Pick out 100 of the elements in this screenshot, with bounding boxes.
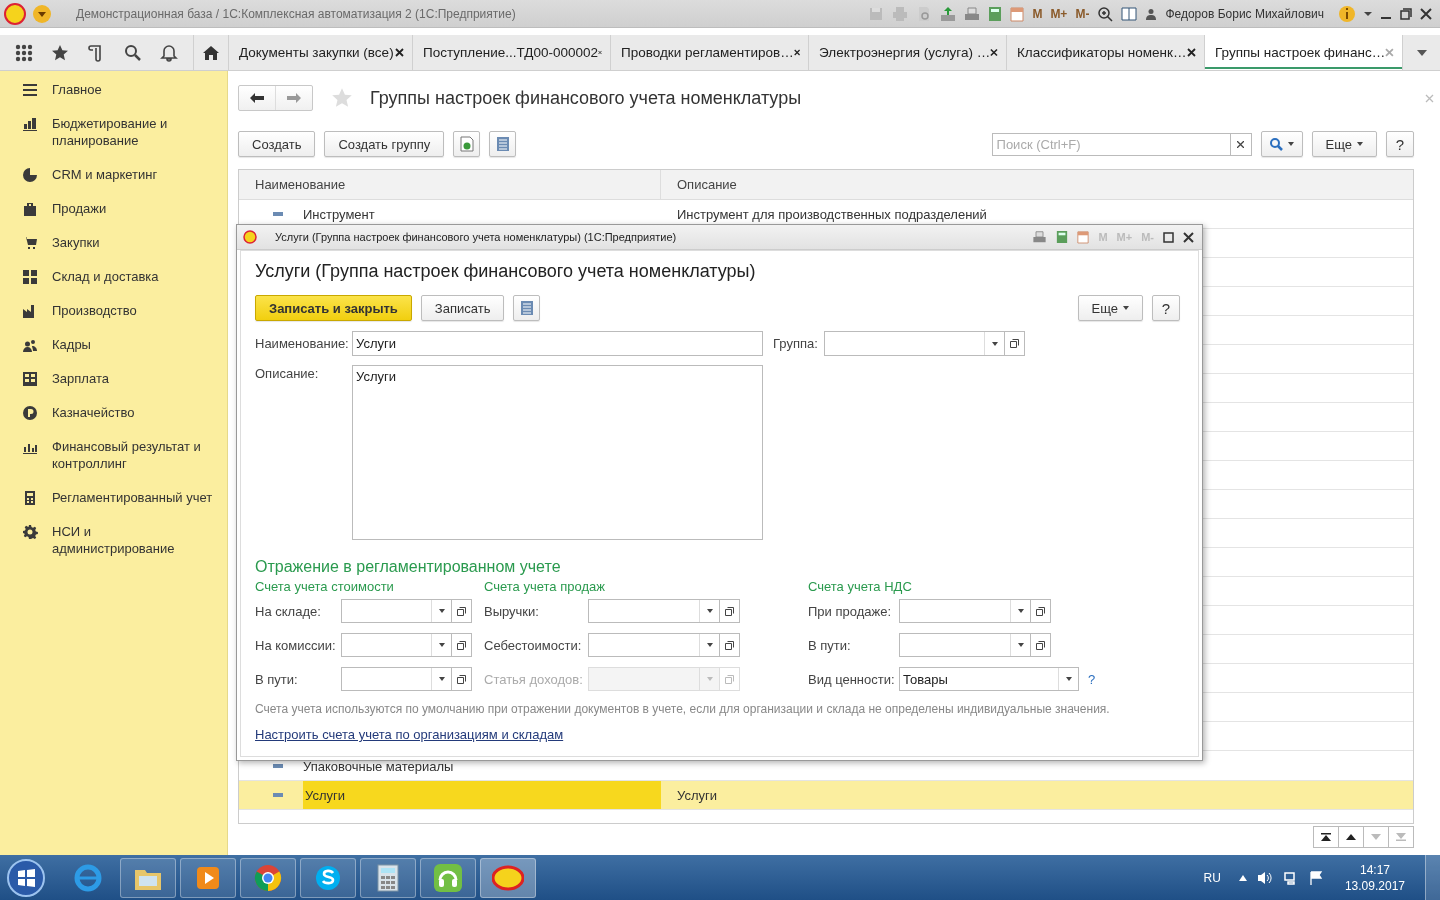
list-button[interactable] <box>513 295 541 321</box>
speaker-icon[interactable] <box>1256 870 1273 885</box>
group-field[interactable] <box>824 331 1005 356</box>
account-field[interactable] <box>341 599 452 623</box>
calculator-icon[interactable] <box>988 5 1003 22</box>
more-button[interactable]: Еще <box>1311 131 1377 157</box>
close-icon[interactable] <box>1183 231 1194 243</box>
column-header[interactable]: Наименование <box>239 170 661 199</box>
caret-icon[interactable] <box>1364 10 1372 17</box>
sidebar-item[interactable]: НСИ и администрирование <box>52 523 217 557</box>
help-link[interactable]: ? <box>1088 671 1096 687</box>
search-icon[interactable] <box>123 43 142 62</box>
account-field[interactable] <box>588 633 720 657</box>
sidebar-item[interactable]: Кадры <box>52 336 91 353</box>
open-button[interactable] <box>452 667 472 691</box>
sidebar-item[interactable]: Регламентированный учет <box>52 489 213 506</box>
tab[interactable]: Группы настроек финанс… <box>1204 35 1402 70</box>
restore-icon[interactable] <box>1400 7 1412 20</box>
more-button[interactable]: Еще <box>1077 295 1143 321</box>
sidebar-item[interactable]: Зарплата <box>52 370 109 387</box>
sidebar-item[interactable]: Производство <box>52 302 137 319</box>
sidebar-item[interactable]: Казначейство <box>52 404 135 421</box>
taskbar-app[interactable] <box>120 857 176 898</box>
star-icon[interactable] <box>51 43 70 62</box>
scroll-first-button[interactable] <box>1313 826 1339 848</box>
search-field[interactable]: Поиск (Ctrl+F) <box>991 132 1231 156</box>
tab[interactable]: Электроэнергия (услуга) … <box>808 35 1006 70</box>
taskbar-app[interactable] <box>360 857 416 898</box>
scanner-icon[interactable] <box>1032 230 1048 244</box>
bell-icon[interactable] <box>159 43 178 62</box>
user-name[interactable]: Федоров Борис Михайлович <box>1165 6 1324 21</box>
settings-link[interactable]: Настроить счета учета по организациям и складам <box>255 727 564 742</box>
memory-button[interactable]: M+ <box>1050 6 1068 21</box>
save-button[interactable]: Записать <box>420 295 505 321</box>
open-button[interactable] <box>1031 599 1051 623</box>
taskbar-app[interactable] <box>480 857 536 898</box>
search-button[interactable] <box>1260 131 1303 157</box>
account-field[interactable] <box>899 633 1031 657</box>
toolbar-button[interactable]: Создать <box>238 131 316 157</box>
column-header[interactable]: Описание <box>661 170 1413 199</box>
table-row[interactable]: Услуги Услуги <box>239 781 1413 810</box>
taskbar-app[interactable] <box>180 857 236 898</box>
close-icon[interactable] <box>395 48 404 57</box>
upload-icon[interactable] <box>940 5 957 22</box>
zoom-icon[interactable] <box>1097 5 1114 22</box>
account-field[interactable] <box>899 599 1031 623</box>
tab[interactable]: Документы закупки (все) <box>228 35 412 70</box>
account-field[interactable]: Товары <box>899 667 1079 691</box>
name-field[interactable]: Услуги <box>352 331 763 356</box>
star-icon[interactable] <box>331 87 353 109</box>
sidebar-item[interactable]: CRM и маркетинг <box>52 166 158 183</box>
taskbar-app[interactable] <box>420 857 476 898</box>
maximize-icon[interactable] <box>1163 231 1174 243</box>
save-and-close-button[interactable]: Записать и закрыть <box>255 295 412 321</box>
help-button[interactable]: ? <box>1386 131 1414 157</box>
copy-button[interactable] <box>453 131 481 157</box>
sidebar-item[interactable]: Продажи <box>52 200 107 217</box>
info-icon[interactable] <box>1338 4 1356 23</box>
sidebar-item[interactable]: Закупки <box>52 234 100 251</box>
sidebar-item[interactable]: Бюджетирование и планирование <box>52 115 217 149</box>
sidebar-item[interactable]: Главное <box>52 81 102 98</box>
list-button[interactable] <box>489 131 517 157</box>
open-button[interactable] <box>452 633 472 657</box>
taskbar-app[interactable] <box>240 857 296 898</box>
clear-button[interactable] <box>1230 132 1252 156</box>
open-button[interactable] <box>452 599 472 623</box>
scroll-up-button[interactable] <box>1338 826 1364 848</box>
dropdown-icon[interactable] <box>32 3 52 24</box>
show-desktop-button[interactable] <box>1425 855 1440 900</box>
memory-button[interactable]: M <box>1032 6 1043 21</box>
description-field[interactable]: Услуги <box>352 365 763 540</box>
close-icon[interactable] <box>1420 7 1432 20</box>
sidebar-item[interactable]: Склад и доставка <box>52 268 159 285</box>
open-button[interactable] <box>720 599 740 623</box>
open-button[interactable] <box>1031 633 1051 657</box>
memory-button[interactable]: M- <box>1075 6 1090 21</box>
tab[interactable]: Поступление...ТД00-000002 <box>412 35 610 70</box>
taskbar-app[interactable] <box>300 857 356 898</box>
account-field[interactable] <box>588 667 720 691</box>
close-icon[interactable] <box>990 48 998 57</box>
tab[interactable]: Проводки регламентиров… <box>610 35 808 70</box>
start-button[interactable] <box>6 857 46 898</box>
panel-icon[interactable] <box>1121 5 1138 22</box>
open-button[interactable] <box>1005 331 1025 356</box>
calculator-icon[interactable] <box>1056 230 1069 244</box>
language-indicator[interactable]: RU <box>1203 870 1221 885</box>
account-field[interactable] <box>588 599 720 623</box>
close-icon[interactable] <box>793 48 800 57</box>
close-icon[interactable] <box>1187 48 1196 57</box>
sidebar-item[interactable]: Финансовый результат и контроллинг <box>52 438 217 472</box>
account-field[interactable] <box>341 667 452 691</box>
scanner-icon[interactable] <box>964 5 981 22</box>
apps-icon[interactable] <box>15 43 34 62</box>
clock[interactable]: 14:17 13.09.2017 <box>1344 861 1405 894</box>
account-field[interactable] <box>341 633 452 657</box>
help-button[interactable]: ? <box>1152 295 1180 321</box>
caret-icon[interactable] <box>1238 874 1247 881</box>
flag-icon[interactable] <box>1308 870 1323 885</box>
open-button[interactable] <box>720 633 740 657</box>
toolbar-button[interactable]: Создать группу <box>324 131 445 157</box>
